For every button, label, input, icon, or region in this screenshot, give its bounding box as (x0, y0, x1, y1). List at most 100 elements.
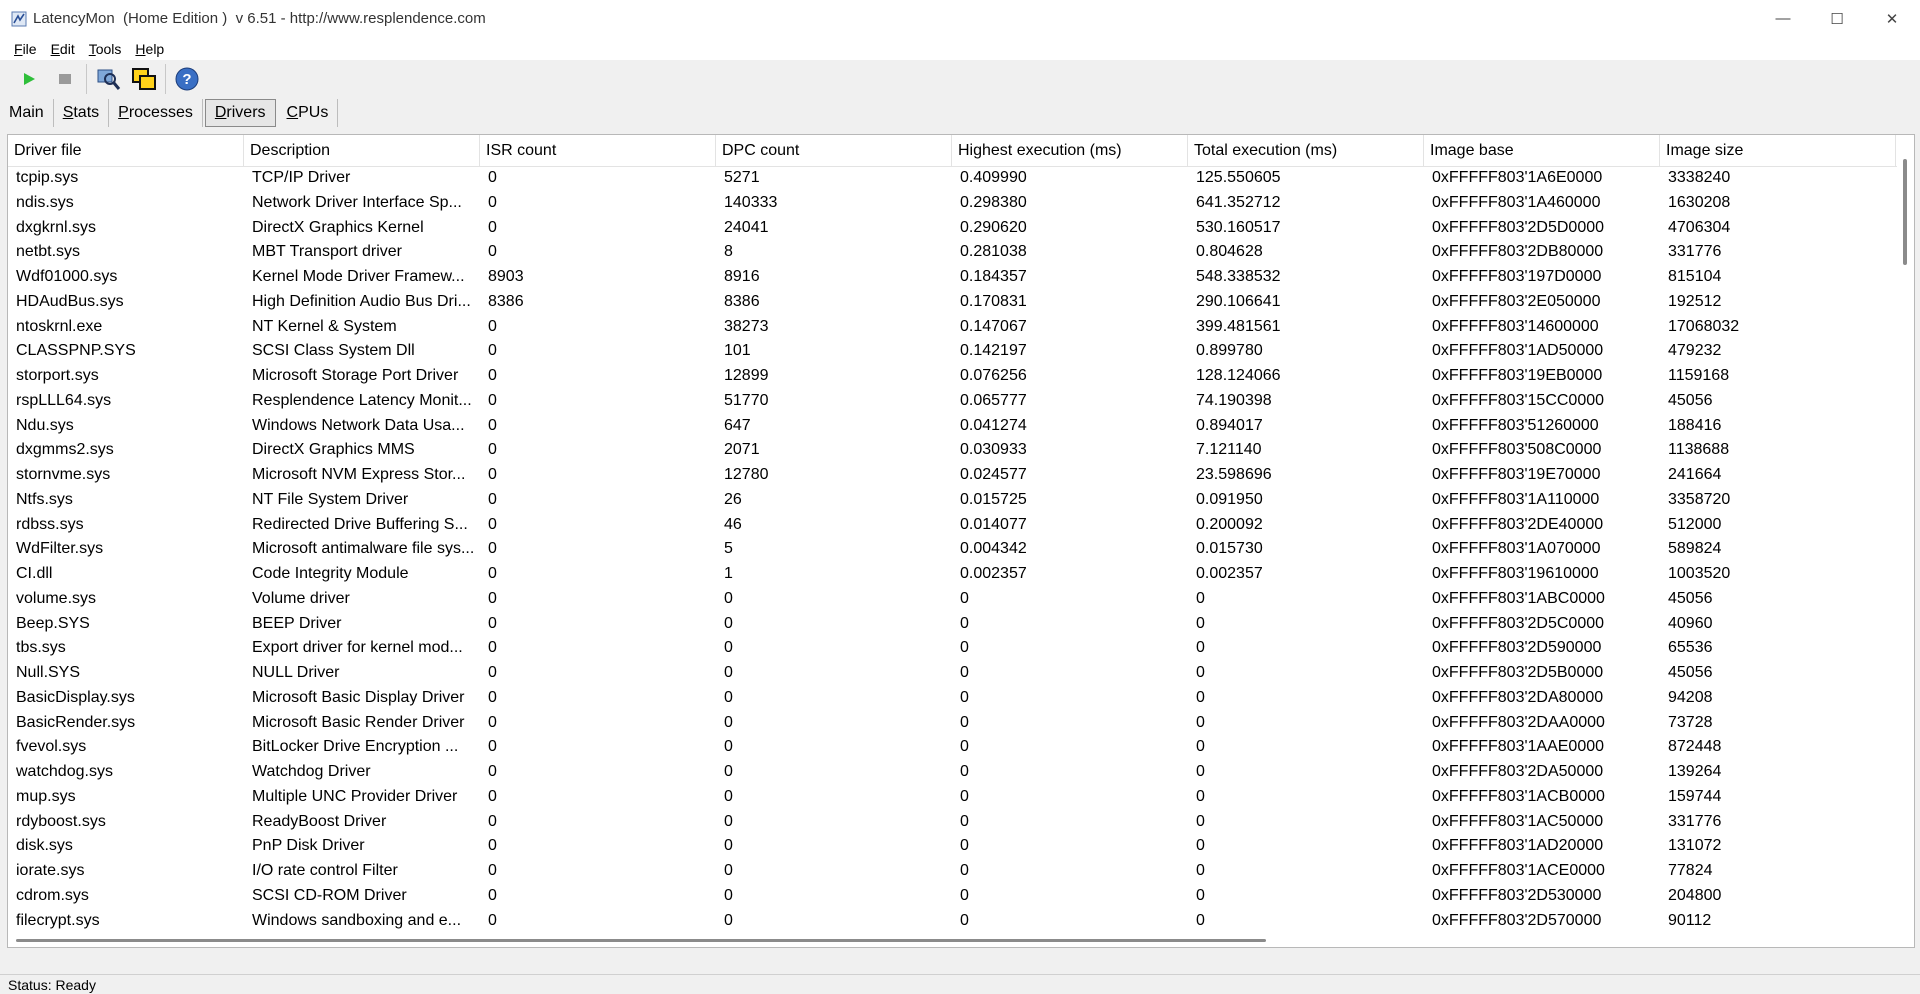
cell-isr-count: 0 (488, 416, 497, 434)
cell-description: Microsoft Basic Display Driver (252, 688, 465, 706)
table-row[interactable]: WdFilter.sys Microsoft antimalware file s… (8, 537, 1898, 562)
close-button[interactable]: ✕ (1866, 0, 1918, 37)
drivers-list[interactable]: Driver file Description ISR count DPC count… (7, 134, 1915, 948)
windows-button[interactable] (129, 64, 159, 94)
table-row[interactable]: dxgmms2.sys DirectX Graphics MMS 0 2071 0.03… (8, 438, 1898, 463)
cell-driver-file: CLASSPNP.SYS (16, 342, 136, 360)
start-button[interactable] (14, 64, 44, 94)
cell-image-size: 589824 (1668, 540, 1722, 558)
table-row[interactable]: rspLLL64.sys Resplendence Latency Monit..… (8, 389, 1898, 414)
analyze-button[interactable] (93, 64, 123, 94)
table-row[interactable]: iorate.sys I/O rate control Filter 0 0 0 0 0xF… (8, 859, 1898, 884)
table-row[interactable]: disk.sys PnP Disk Driver 0 0 0 0 0xFFFFF803'1A… (8, 834, 1898, 859)
cell-dpc-count: 26 (724, 490, 742, 508)
cell-isr-count: 8386 (488, 292, 524, 310)
column-header-isr-count[interactable]: ISR count (480, 135, 716, 166)
column-header-driver-file[interactable]: Driver file (8, 135, 244, 166)
tab-cpus[interactable]: C PUs (278, 99, 339, 127)
tab-processes[interactable]: Processes (109, 99, 203, 127)
cell-dpc-count: 101 (724, 342, 751, 360)
cell-isr-count: 0 (488, 565, 497, 582)
cell-image-size: 45056 (1668, 589, 1713, 607)
column-header-total-execution[interactable]: Total execution (ms) (1188, 135, 1424, 166)
menu-edit[interactable]: Edit (45, 41, 81, 57)
cell-highest-execution: 0.041274 (960, 416, 1027, 434)
vertical-scroll-thumb[interactable] (1903, 159, 1907, 265)
table-row[interactable]: Ndu.sys Windows Network Data Usa... 0 647 0.… (8, 414, 1898, 439)
table-row[interactable]: filecrypt.sys Windows sandboxing and e...… (8, 909, 1898, 934)
help-button[interactable]: ? (172, 64, 202, 94)
table-row[interactable]: ntoskrnl.exe NT Kernel & System 0 38273 0.14… (8, 315, 1898, 340)
column-header-highest-execution[interactable]: Highest execution (ms) (952, 135, 1188, 166)
cell-dpc-count: 51770 (724, 391, 769, 409)
minimize-icon: — (1775, 10, 1791, 27)
tab-main[interactable]: Main (0, 99, 54, 127)
horizontal-scrollbar[interactable] (8, 933, 1898, 947)
tab-stats[interactable]: Stats (54, 99, 110, 127)
table-row[interactable]: HDAudBus.sys High Definition Audio Bus Dr… (8, 290, 1898, 315)
menu-tools[interactable]: Tools (83, 41, 128, 57)
table-row[interactable]: dxgkrnl.sys DirectX Graphics Kernel 0 24041… (8, 216, 1898, 241)
cell-dpc-count: 0 (724, 664, 733, 681)
cell-dpc-count: 0 (724, 911, 733, 929)
cell-image-base: 0xFFFFF803'1AAE0000 (1432, 738, 1605, 756)
table-row[interactable]: volume.sys Volume driver 0 0 0 0 0xFFFFF803'1A… (8, 587, 1898, 612)
maximize-button[interactable]: ☐ (1811, 0, 1863, 37)
cell-highest-execution: 0.030933 (960, 441, 1027, 459)
cell-image-base: 0xFFFFF803'51260000 (1432, 416, 1599, 434)
column-header-image-size[interactable]: Image size (1660, 135, 1896, 166)
cell-total-execution: 0 (1196, 812, 1205, 830)
vertical-scrollbar[interactable] (1897, 135, 1914, 947)
table-row[interactable]: Ntfs.sys NT File System Driver 0 26 0.015725… (8, 488, 1898, 513)
table-row[interactable]: rdbss.sys Redirected Drive Buffering S...… (8, 513, 1898, 538)
cell-driver-file: storport.sys (16, 367, 99, 384)
cell-highest-execution: 0 (960, 886, 969, 904)
menu-file[interactable]: File (8, 41, 43, 57)
menu-help[interactable]: Help (129, 41, 170, 57)
table-row[interactable]: stornvme.sys Microsoft NVM Express Stor..… (8, 463, 1898, 488)
cell-dpc-count: 0 (724, 837, 733, 855)
cell-total-execution: 0 (1196, 614, 1205, 632)
table-row[interactable]: netbt.sys MBT Transport driver 0 8 0.281038 0… (8, 240, 1898, 265)
cell-isr-count: 0 (488, 441, 497, 459)
column-header-dpc-count[interactable]: DPC count (716, 135, 952, 166)
cell-description: BEEP Driver (252, 614, 342, 632)
table-row[interactable]: Null.SYS NULL Driver 0 0 0 0 0xFFFFF803'2D5B00… (8, 661, 1898, 686)
table-row[interactable]: tcpip.sys TCP/IP Driver 0 5271 0.409990 125.5… (8, 166, 1898, 191)
cell-driver-file: iorate.sys (16, 862, 85, 879)
table-row[interactable]: mup.sys Multiple UNC Provider Driver 0 0 0 0 0… (8, 785, 1898, 810)
table-row[interactable]: fvevol.sys BitLocker Drive Encryption ...… (8, 735, 1898, 760)
horizontal-scroll-thumb[interactable] (16, 939, 1266, 942)
table-row[interactable]: ndis.sys Network Driver Interface Sp... 0 1… (8, 191, 1898, 216)
table-row[interactable]: BasicRender.sys Microsoft Basic Render Dr… (8, 711, 1898, 736)
table-row[interactable]: tbs.sys Export driver for kernel mod... 0 0… (8, 636, 1898, 661)
stop-button[interactable] (50, 64, 80, 94)
cell-total-execution: 641.352712 (1196, 193, 1281, 211)
cell-total-execution: 0 (1196, 787, 1205, 805)
column-header-image-base[interactable]: Image base (1424, 135, 1660, 166)
table-row[interactable]: BasicDisplay.sys Microsoft Basic Display … (8, 686, 1898, 711)
cell-driver-file: rdbss.sys (16, 515, 84, 533)
cell-image-size: 512000 (1668, 515, 1722, 533)
tab-drivers[interactable]: Drivers (204, 99, 276, 127)
cell-image-base: 0xFFFFF803'2DB80000 (1432, 243, 1604, 261)
table-row[interactable]: cdrom.sys SCSI CD-ROM Driver 0 0 0 0 0xFFFFF80… (8, 884, 1898, 909)
cell-image-size: 1159168 (1668, 367, 1730, 384)
cell-image-base: 0xFFFFF803'2DE40000 (1432, 515, 1604, 533)
column-header-description[interactable]: Description (244, 135, 480, 166)
cell-highest-execution: 0 (960, 837, 969, 855)
minimize-button[interactable]: — (1757, 0, 1809, 37)
table-row[interactable]: storport.sys Microsoft Storage Port Drive… (8, 364, 1898, 389)
cell-driver-file: CI.dll (16, 565, 53, 582)
table-row[interactable]: Wdf01000.sys Kernel Mode Driver Framew...… (8, 265, 1898, 290)
table-row[interactable]: CLASSPNP.SYS SCSI Class System Dll 0 101 0.1… (8, 339, 1898, 364)
table-row[interactable]: CI.dll Code Integrity Module 0 1 0.002357 0.0… (8, 562, 1898, 587)
cell-total-execution: 23.598696 (1196, 466, 1272, 483)
table-row[interactable]: rdyboost.sys ReadyBoost Driver 0 0 0 0 0xFFFFF… (8, 810, 1898, 835)
table-row[interactable]: watchdog.sys Watchdog Driver 0 0 0 0 0xFFFFF80… (8, 760, 1898, 785)
cell-highest-execution: 0.076256 (960, 367, 1027, 384)
cell-description: Export driver for kernel mod... (252, 639, 463, 657)
table-row[interactable]: Beep.SYS BEEP Driver 0 0 0 0 0xFFFFF803'2D5C00… (8, 612, 1898, 637)
cell-description: Microsoft antimalware file sys... (252, 540, 475, 558)
cell-image-base: 0xFFFFF803'1AD50000 (1432, 342, 1604, 360)
